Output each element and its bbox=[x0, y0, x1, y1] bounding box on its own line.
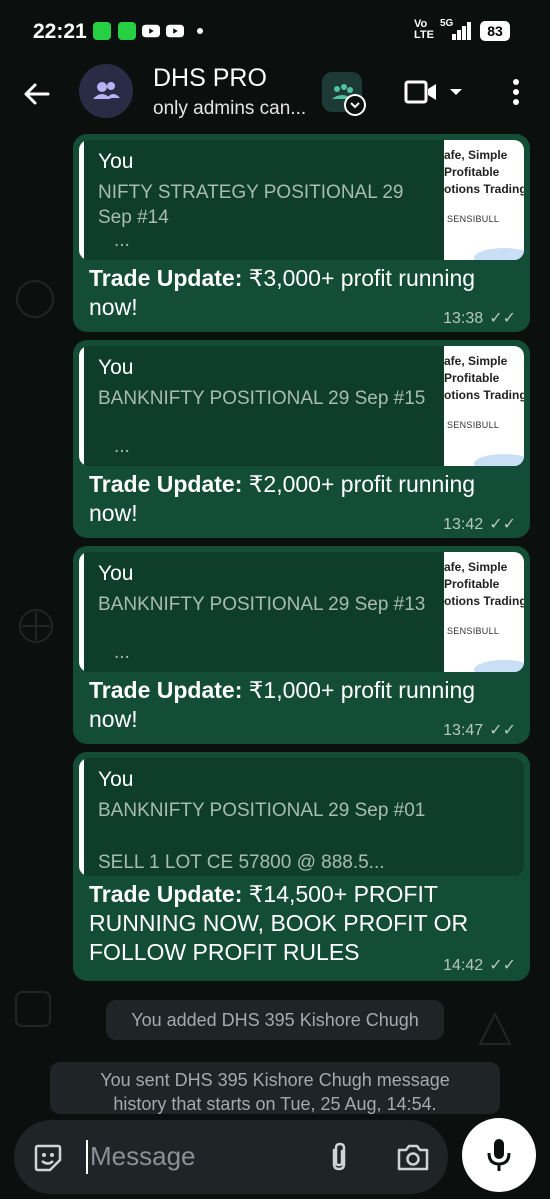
quote-author: You bbox=[98, 150, 134, 173]
wallpaper-doodle-icon bbox=[15, 991, 51, 1027]
message-bold: Trade Update: bbox=[89, 677, 243, 703]
quote-bar bbox=[79, 140, 84, 260]
message-time: 13:38 bbox=[443, 310, 484, 327]
voice-message-button[interactable] bbox=[462, 1118, 536, 1192]
thumb-line: afe, Simple bbox=[444, 560, 508, 574]
system-message: You sent DHS 395 Kishore Chugh message h… bbox=[50, 1062, 500, 1114]
message-bold: Trade Update: bbox=[89, 881, 243, 907]
chat-title[interactable]: DHS PRO bbox=[153, 64, 267, 93]
notification-dot bbox=[197, 28, 203, 34]
chevron-down-icon[interactable] bbox=[448, 86, 464, 98]
message-time: 13:42 bbox=[443, 516, 484, 533]
quote-text: BANKNIFTY POSITIONAL 29 Sep #15 bbox=[98, 388, 426, 409]
quote-thumbnail: afe, Simple Profitable otions Trading SE… bbox=[444, 552, 524, 672]
wallpaper-doodle-icon bbox=[19, 609, 53, 643]
message-time: 13:47 bbox=[443, 722, 484, 739]
video-call-icon[interactable] bbox=[404, 78, 438, 106]
wallpaper-doodle-icon bbox=[16, 280, 54, 318]
quote-ellipsis: ... bbox=[114, 642, 130, 663]
community-badge-chevron-icon bbox=[344, 94, 366, 116]
status-time: 22:21 bbox=[33, 20, 87, 43]
wallpaper-doodle-icon bbox=[478, 1011, 512, 1045]
quote-author: You bbox=[98, 562, 134, 585]
notification-app-icon bbox=[118, 22, 136, 40]
message-meta: 13:42 ✓✓ bbox=[443, 514, 516, 534]
thumb-line: Profitable bbox=[444, 371, 500, 385]
youtube-icon bbox=[142, 24, 160, 38]
quoted-message[interactable]: You BANKNIFTY POSITIONAL 29 Sep #15 ... … bbox=[79, 346, 524, 466]
message-text: Trade Update: ₹14,500+ PROFIT RUNNING NO… bbox=[89, 880, 514, 967]
message-time: 14:42 bbox=[443, 957, 484, 974]
youtube-icon bbox=[166, 24, 184, 38]
group-icon bbox=[93, 82, 120, 99]
quote-ellipsis: ... bbox=[114, 230, 130, 251]
thumb-line: otions Trading bbox=[444, 594, 524, 608]
quoted-message[interactable]: You BANKNIFTY POSITIONAL 29 Sep #01 SELL… bbox=[79, 758, 524, 876]
thumb-line: afe, Simple bbox=[444, 354, 508, 368]
thumb-wave bbox=[474, 660, 524, 672]
quote-author: You bbox=[98, 356, 134, 379]
quote-ellipsis: ... bbox=[114, 436, 130, 457]
message-input[interactable] bbox=[90, 1136, 310, 1176]
chat-header: DHS PRO only admins can... bbox=[0, 60, 550, 134]
message-bold: Trade Update: bbox=[89, 265, 243, 291]
system-message: You added DHS 395 Kishore Chugh bbox=[106, 1000, 444, 1040]
quote-bar bbox=[79, 552, 84, 672]
quoted-message[interactable]: You BANKNIFTY POSITIONAL 29 Sep #13 ... … bbox=[79, 552, 524, 672]
thumb-brand: SENSIBULL bbox=[447, 420, 500, 430]
read-ticks-icon: ✓✓ bbox=[489, 957, 516, 974]
message-bubble[interactable]: You BANKNIFTY POSITIONAL 29 Sep #01 SELL… bbox=[73, 752, 530, 981]
group-avatar[interactable] bbox=[79, 64, 133, 118]
quote-bar bbox=[79, 346, 84, 466]
message-meta: 14:42 ✓✓ bbox=[443, 955, 516, 975]
thumb-line: otions Trading bbox=[444, 182, 524, 196]
quote-text: NIFTY STRATEGY POSITIONAL 29 Sep #14 bbox=[98, 182, 404, 228]
message-bubble[interactable]: You BANKNIFTY POSITIONAL 29 Sep #15 ... … bbox=[73, 340, 530, 538]
quoted-message[interactable]: You NIFTY STRATEGY POSITIONAL 29 Sep #14… bbox=[79, 140, 524, 260]
quote-bar bbox=[79, 758, 84, 876]
thumb-brand: SENSIBULL bbox=[447, 626, 500, 636]
more-options-icon[interactable] bbox=[512, 78, 520, 108]
message-meta: 13:38 ✓✓ bbox=[443, 308, 516, 328]
quote-text: BANKNIFTY POSITIONAL 29 Sep #01 bbox=[98, 800, 426, 821]
message-meta: 13:47 ✓✓ bbox=[443, 720, 516, 740]
camera-icon[interactable] bbox=[396, 1142, 430, 1172]
quote-text: BANKNIFTY POSITIONAL 29 Sep #13 bbox=[98, 594, 426, 615]
volte-label: Vo LTE bbox=[414, 18, 434, 41]
quote-text-line2: SELL 1 LOT CE 57800 @ 888.5... bbox=[98, 852, 385, 873]
thumb-line: afe, Simple bbox=[444, 148, 508, 162]
message-bubble[interactable]: You NIFTY STRATEGY POSITIONAL 29 Sep #14… bbox=[73, 134, 530, 332]
status-bar: 22:21 Vo LTE 5G 83 bbox=[0, 0, 550, 60]
back-arrow-icon[interactable] bbox=[20, 77, 54, 111]
quote-thumbnail: afe, Simple Profitable otions Trading SE… bbox=[444, 346, 524, 466]
thumb-line: Profitable bbox=[444, 165, 500, 179]
read-ticks-icon: ✓✓ bbox=[489, 722, 516, 739]
thumb-line: otions Trading bbox=[444, 388, 524, 402]
quote-author: You bbox=[98, 768, 134, 791]
microphone-icon bbox=[487, 1139, 511, 1171]
thumb-wave bbox=[474, 454, 524, 466]
message-composer bbox=[14, 1120, 448, 1194]
sticker-icon[interactable] bbox=[32, 1142, 64, 1174]
attach-icon[interactable] bbox=[326, 1140, 352, 1174]
text-cursor bbox=[86, 1140, 88, 1174]
read-ticks-icon: ✓✓ bbox=[489, 516, 516, 533]
thumb-line: Profitable bbox=[444, 577, 500, 591]
thumb-wave bbox=[474, 248, 524, 260]
chat-subtitle[interactable]: only admins can... bbox=[153, 98, 306, 120]
battery-icon: 83 bbox=[480, 21, 510, 41]
thumb-brand: SENSIBULL bbox=[447, 214, 500, 224]
read-ticks-icon: ✓✓ bbox=[489, 310, 516, 327]
quote-thumbnail: afe, Simple Profitable otions Trading SE… bbox=[444, 140, 524, 260]
message-bold: Trade Update: bbox=[89, 471, 243, 497]
chat-area[interactable]: You NIFTY STRATEGY POSITIONAL 29 Sep #14… bbox=[0, 134, 550, 1199]
signal-icon bbox=[452, 22, 472, 40]
message-bubble[interactable]: You BANKNIFTY POSITIONAL 29 Sep #13 ... … bbox=[73, 546, 530, 744]
notification-app-icon bbox=[93, 22, 111, 40]
